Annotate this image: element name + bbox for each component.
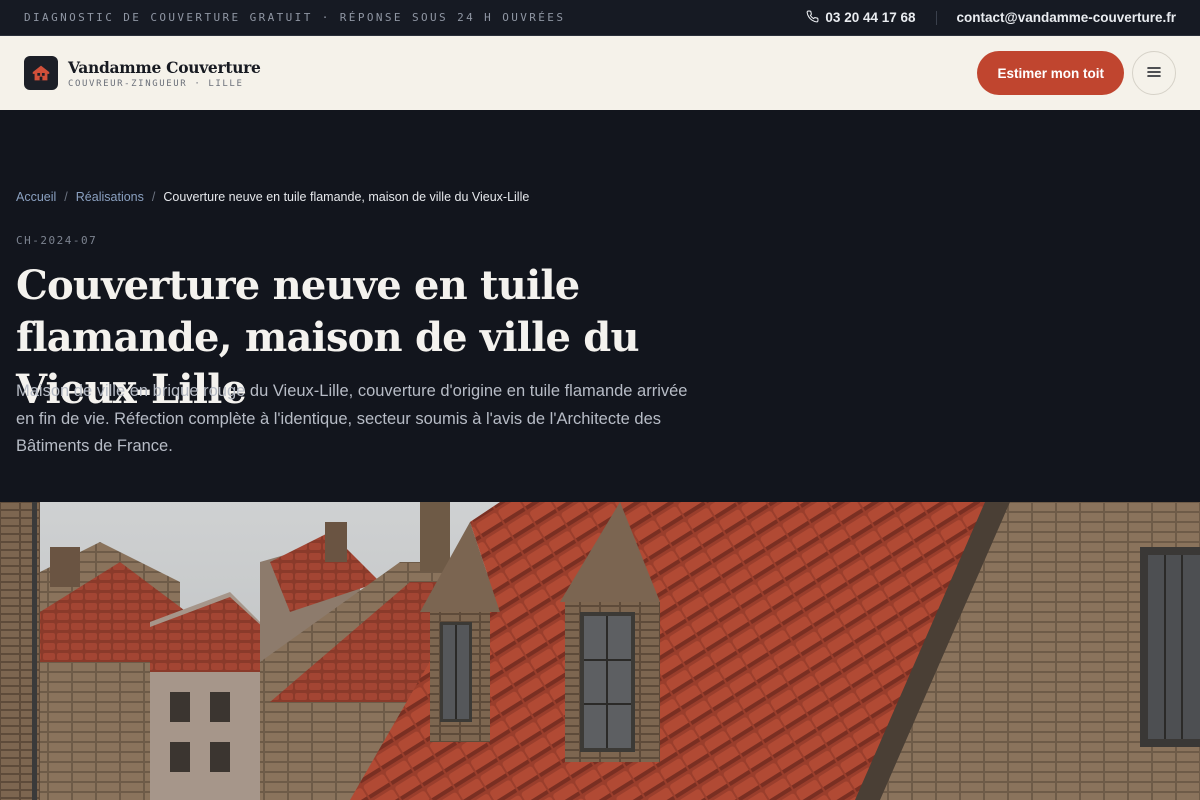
brand-tagline: COUVREUR-ZINGUEUR · LILLE xyxy=(68,78,244,89)
brand-home-link[interactable]: Vandamme Couverture COUVREUR-ZINGUEUR · … xyxy=(24,56,261,90)
project-photo xyxy=(0,502,1200,800)
breadcrumb-separator: / xyxy=(151,190,156,204)
phone-icon xyxy=(806,10,819,26)
phone-link[interactable]: 03 20 44 17 68 xyxy=(806,10,916,26)
breadcrumb-realisations[interactable]: Réalisations xyxy=(76,190,144,204)
site-header: Vandamme Couverture COUVREUR-ZINGUEUR · … xyxy=(0,36,1200,110)
email-link[interactable]: contact@vandamme-couverture.fr xyxy=(957,10,1176,25)
brand-name: Vandamme Couverture xyxy=(68,57,261,77)
breadcrumb: Accueil / Réalisations / Couverture neuv… xyxy=(16,190,529,204)
brand-text: Vandamme Couverture COUVREUR-ZINGUEUR · … xyxy=(68,58,261,89)
hamburger-menu-icon xyxy=(1146,64,1162,83)
breadcrumb-current: Couverture neuve en tuile flamande, mais… xyxy=(163,190,530,204)
menu-button[interactable] xyxy=(1132,51,1176,95)
breadcrumb-separator: / xyxy=(64,190,68,204)
promo-text: DIAGNOSTIC DE COUVERTURE GRATUIT · RÉPON… xyxy=(24,11,566,24)
house-icon xyxy=(24,56,58,90)
estimate-button[interactable]: Estimer mon toit xyxy=(977,51,1124,95)
phone-number: 03 20 44 17 68 xyxy=(825,10,916,25)
project-lead: Maison de ville en brique rouge du Vieux… xyxy=(16,382,688,455)
breadcrumb-home[interactable]: Accueil xyxy=(16,190,56,204)
project-reference: CH-2024-07 xyxy=(16,234,98,247)
top-contacts: 03 20 44 17 68 contact@vandamme-couvertu… xyxy=(806,10,1176,26)
project-hero: Accueil / Réalisations / Couverture neuv… xyxy=(0,110,1200,502)
top-bar: DIAGNOSTIC DE COUVERTURE GRATUIT · RÉPON… xyxy=(0,0,1200,36)
header-actions: Estimer mon toit xyxy=(977,51,1176,95)
divider xyxy=(935,10,937,25)
